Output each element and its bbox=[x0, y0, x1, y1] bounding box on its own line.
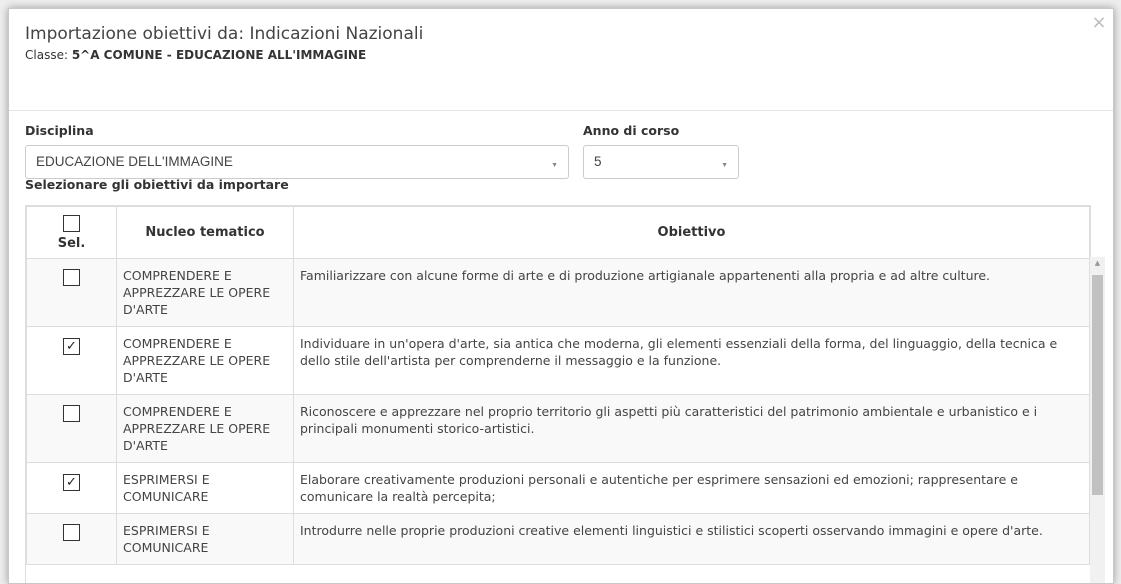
obiettivo-cell: Familiarizzare con alcune forme di arte … bbox=[293, 258, 1090, 327]
objectives-table-container: Sel. Nucleo tematico Obiettivo COMPRENDE… bbox=[25, 205, 1091, 583]
disciplina-label: Disciplina bbox=[25, 123, 94, 138]
sel-cell bbox=[26, 513, 117, 565]
modal-header: Importazione obiettivi da: Indicazioni N… bbox=[9, 9, 1113, 111]
anno-select[interactable]: 5 ▼ bbox=[583, 145, 739, 179]
scroll-thumb[interactable] bbox=[1092, 275, 1103, 495]
sel-cell bbox=[26, 394, 117, 463]
row-checkbox[interactable] bbox=[63, 405, 80, 422]
disciplina-value: EDUCAZIONE DELL'IMMAGINE bbox=[36, 154, 233, 169]
obiettivo-cell: Individuare in un'opera d'arte, sia anti… bbox=[293, 326, 1090, 395]
table-header-row: Sel. Nucleo tematico Obiettivo bbox=[26, 206, 1090, 259]
nucleo-cell: COMPRENDERE E APPREZZARE LE OPERE D'ARTE bbox=[116, 258, 294, 327]
check-icon: ✓ bbox=[66, 475, 77, 490]
nucleo-cell: ESPRIMERSI E COMUNICARE bbox=[116, 462, 294, 514]
modal-subtitle: Classe: 5^A COMUNE - EDUCAZIONE ALL'IMMA… bbox=[25, 48, 1113, 62]
anno-value: 5 bbox=[594, 154, 602, 169]
sel-cell: ✓ bbox=[26, 326, 117, 395]
row-checkbox[interactable]: ✓ bbox=[63, 474, 80, 491]
import-objectives-modal: Importazione obiettivi da: Indicazioni N… bbox=[8, 8, 1114, 584]
obiettivo-cell: Introdurre nelle proprie produzioni crea… bbox=[293, 513, 1090, 565]
table-row: COMPRENDERE E APPREZZARE LE OPERE D'ARTE… bbox=[26, 258, 1090, 327]
table-row: ✓ ESPRIMERSI E COMUNICARE Elaborare crea… bbox=[26, 462, 1090, 514]
nucleo-cell: ESPRIMERSI E COMUNICARE bbox=[116, 513, 294, 565]
obiettivo-cell: Elaborare creativamente produzioni perso… bbox=[293, 462, 1090, 514]
anno-label: Anno di corso bbox=[583, 123, 680, 138]
nucleo-cell: COMPRENDERE E APPREZZARE LE OPERE D'ARTE bbox=[116, 326, 294, 395]
sel-cell: ✓ bbox=[26, 462, 117, 514]
table-row: ESPRIMERSI E COMUNICARE Introdurre nelle… bbox=[26, 513, 1090, 565]
row-checkbox[interactable]: ✓ bbox=[63, 338, 80, 355]
header-sel: Sel. bbox=[26, 206, 117, 259]
chevron-down-icon: ▼ bbox=[721, 162, 728, 169]
header-sel-label: Sel. bbox=[57, 236, 86, 251]
modal-title: Importazione obiettivi da: Indicazioni N… bbox=[25, 24, 424, 44]
obiettivo-cell: Riconoscere e apprezzare nel proprio ter… bbox=[293, 394, 1090, 463]
objectives-table: Sel. Nucleo tematico Obiettivo COMPRENDE… bbox=[26, 206, 1090, 565]
nucleo-cell: COMPRENDERE E APPREZZARE LE OPERE D'ARTE bbox=[116, 394, 294, 463]
header-obiettivo: Obiettivo bbox=[293, 206, 1090, 259]
sel-cell bbox=[26, 258, 117, 327]
close-icon[interactable]: × bbox=[1091, 14, 1107, 32]
disciplina-select[interactable]: EDUCAZIONE DELL'IMMAGINE ▼ bbox=[25, 145, 569, 179]
chevron-down-icon: ▼ bbox=[551, 162, 558, 169]
check-icon: ✓ bbox=[66, 339, 77, 354]
scroll-up-icon[interactable]: ▲ bbox=[1090, 259, 1105, 267]
table-scrollbar[interactable]: ▲ bbox=[1090, 257, 1105, 583]
section-label: Selezionare gli obiettivi da importare bbox=[25, 177, 289, 192]
table-row: ✓ COMPRENDERE E APPREZZARE LE OPERE D'AR… bbox=[26, 326, 1090, 395]
header-nucleo: Nucleo tematico bbox=[116, 206, 294, 259]
select-all-checkbox[interactable] bbox=[63, 215, 80, 232]
subtitle-prefix: Classe: bbox=[25, 48, 72, 62]
row-checkbox[interactable] bbox=[63, 269, 80, 286]
class-name: 5^A COMUNE - EDUCAZIONE ALL'IMMAGINE bbox=[71, 48, 367, 62]
row-checkbox[interactable] bbox=[63, 524, 80, 541]
table-row: COMPRENDERE E APPREZZARE LE OPERE D'ARTE… bbox=[26, 394, 1090, 463]
